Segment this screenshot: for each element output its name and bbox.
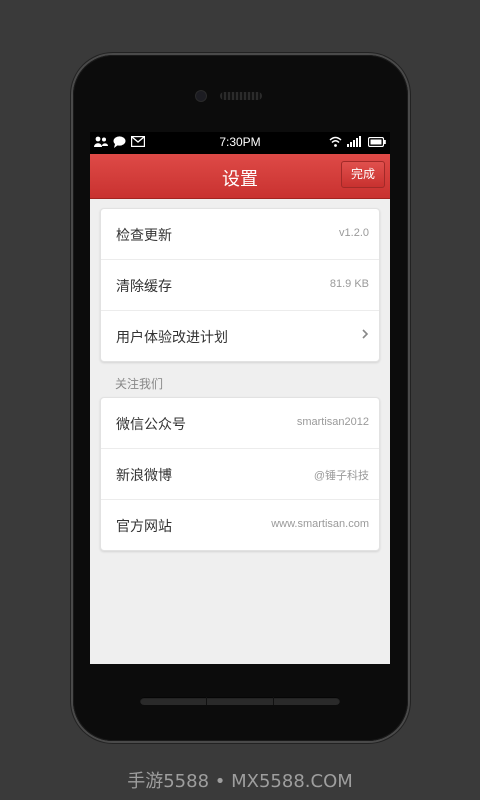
wifi-icon	[329, 136, 342, 150]
cache-size-value: 81.9 KB	[329, 278, 369, 290]
status-bar: 7:30PM	[90, 132, 390, 154]
row-label: 微信公众号	[116, 417, 186, 433]
row-label: 官方网站	[116, 519, 172, 535]
website-value: www.smartisan.com	[271, 518, 369, 530]
wechat-row[interactable]: 微信公众号 smartisan2012	[101, 398, 379, 449]
screen: 7:30PM 设置 完成 检查更新 v1.2.0 清除缓存 81.9 KB 用户…	[90, 132, 390, 664]
signal-icon	[347, 136, 363, 150]
weibo-row[interactable]: 新浪微博 @锤子科技	[101, 449, 379, 500]
row-label: 清除缓存	[116, 279, 172, 295]
version-value: v1.2.0	[339, 227, 369, 239]
home-bar-divider	[206, 697, 207, 705]
front-camera	[196, 91, 206, 101]
weibo-value: @锤子科技	[313, 470, 369, 482]
row-label: 检查更新	[116, 228, 172, 244]
done-button[interactable]: 完成	[341, 161, 385, 188]
website-row[interactable]: 官方网站 www.smartisan.com	[101, 500, 379, 550]
home-bar[interactable]	[140, 697, 340, 705]
follow-us-card: 微信公众号 smartisan2012 新浪微博 @锤子科技 官方网站 www.…	[100, 397, 380, 551]
user-experience-program-row[interactable]: 用户体验改进计划	[101, 311, 379, 361]
row-label: 新浪微博	[116, 468, 172, 484]
earpiece-speaker	[220, 92, 262, 100]
row-label: 用户体验改进计划	[116, 330, 228, 346]
check-update-row[interactable]: 检查更新 v1.2.0	[101, 209, 379, 260]
home-bar-divider	[273, 697, 274, 705]
section-header: 关注我们	[115, 377, 164, 391]
battery-icon	[367, 136, 386, 150]
wechat-value: smartisan2012	[296, 416, 369, 428]
title-bar: 设置 完成	[90, 154, 390, 199]
watermark: 手游5588 • MX5588.COM	[127, 771, 353, 792]
chevron-right-icon	[361, 328, 369, 344]
clear-cache-row[interactable]: 清除缓存 81.9 KB	[101, 260, 379, 311]
general-settings-card: 检查更新 v1.2.0 清除缓存 81.9 KB 用户体验改进计划	[100, 208, 380, 362]
